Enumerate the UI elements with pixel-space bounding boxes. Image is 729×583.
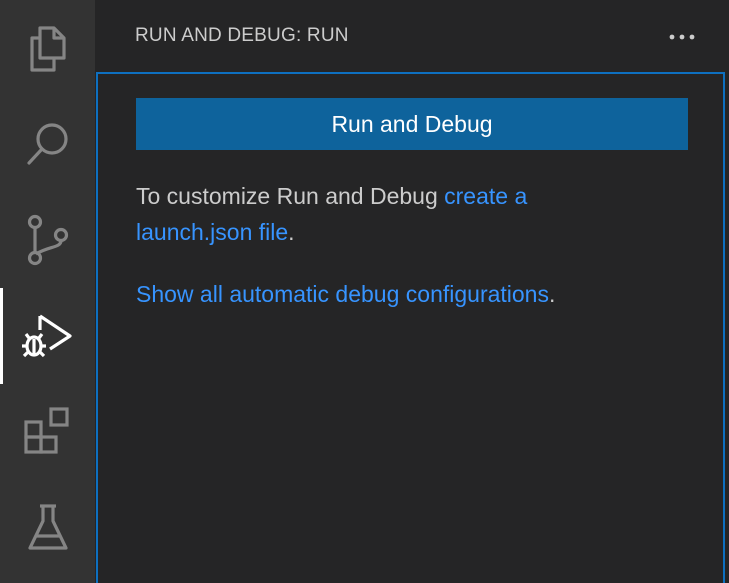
customize-prefix: To customize Run and Debug [136,183,445,209]
extensions-icon [22,406,74,458]
activity-item-run-and-debug[interactable] [0,288,95,384]
customize-suffix: . [288,219,295,245]
ellipsis-icon [668,28,696,46]
active-indicator [0,288,3,384]
customize-message: To customize Run and Debug create a laun… [136,178,606,250]
sidebar-title: RUN AND DEBUG: RUN [135,25,349,46]
activity-item-testing[interactable] [0,480,95,576]
beaker-icon [26,503,70,553]
vscode-window: RUN AND DEBUG: RUN Run and Debug To cust… [0,0,729,583]
run-debug-icon [20,308,76,364]
activity-item-explorer[interactable] [0,0,95,96]
show-all-suffix: . [548,281,556,307]
files-icon [24,24,72,72]
show-all-configurations-link[interactable]: Show all automatic debug configurations [136,281,549,307]
activity-item-extensions[interactable] [0,384,95,480]
activity-item-search[interactable] [0,96,95,192]
activity-bar [0,0,95,583]
source-control-icon [23,214,73,266]
welcome-view: Run and Debug To customize Run and Debug… [96,72,725,583]
run-debug-sidebar: RUN AND DEBUG: RUN Run and Debug To cust… [95,0,729,583]
run-and-debug-button[interactable]: Run and Debug [136,98,688,150]
sidebar-header: RUN AND DEBUG: RUN [95,0,729,72]
show-all-message: Show all automatic debug configurations. [136,276,696,312]
search-icon [23,119,73,169]
activity-item-source-control[interactable] [0,192,95,288]
more-actions-button[interactable] [665,26,699,48]
